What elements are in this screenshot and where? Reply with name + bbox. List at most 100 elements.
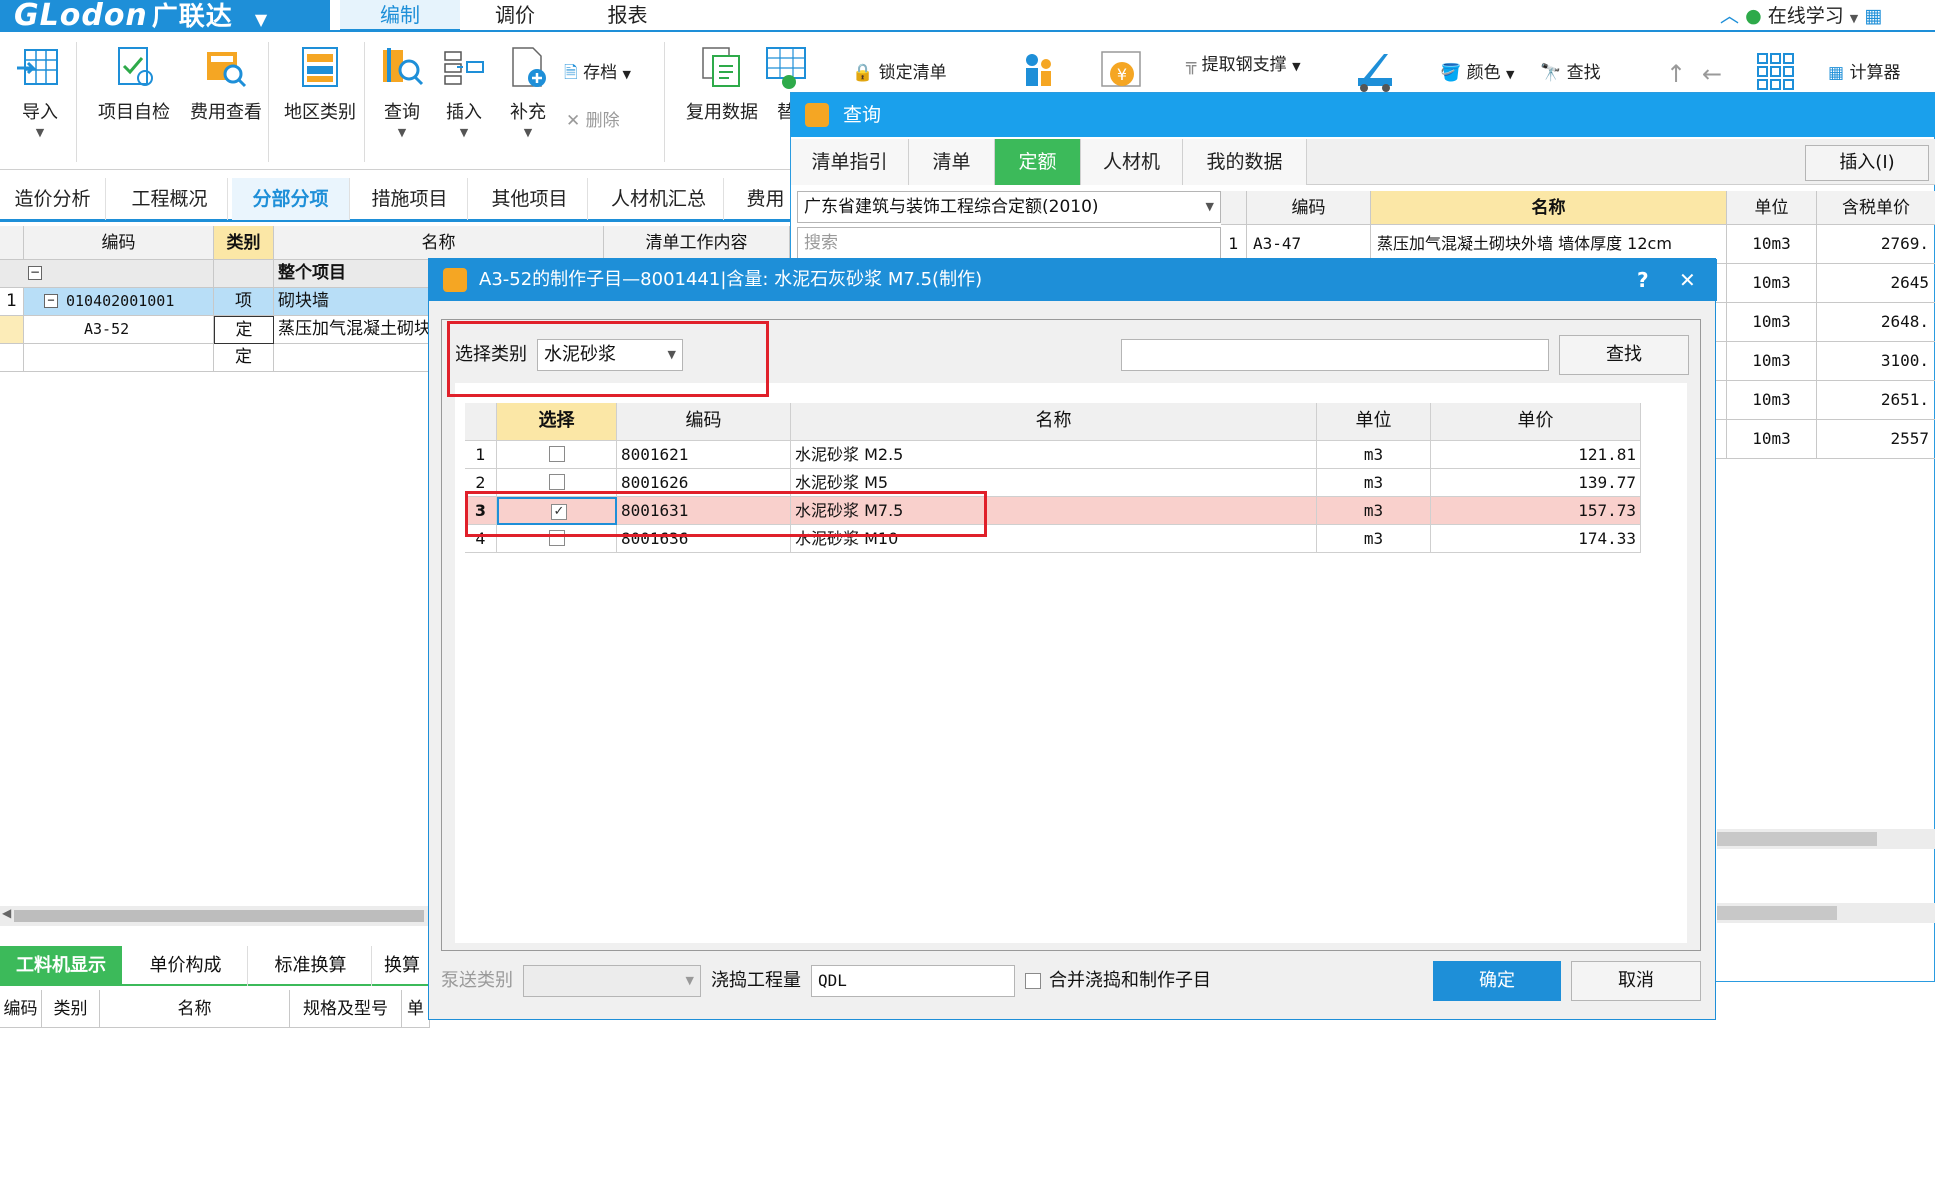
find-button[interactable]: 🔭 查找 bbox=[1540, 60, 1601, 86]
column-header-name[interactable]: 名称 bbox=[274, 226, 604, 260]
mortar-price-cell[interactable]: 157.73 bbox=[1431, 497, 1641, 525]
tab-other-items[interactable]: 其他项目 bbox=[472, 178, 588, 220]
extract-steel-button[interactable]: ╦ 提取钢支撑 ▼ bbox=[1186, 52, 1301, 78]
horizontal-scrollbar[interactable] bbox=[1717, 903, 1935, 923]
tab-standard-conversion[interactable]: 标准换算 bbox=[250, 946, 372, 986]
merge-subitems-checkbox[interactable] bbox=[1025, 973, 1041, 989]
mortar-unit-cell[interactable]: m3 bbox=[1317, 525, 1431, 553]
tab-sub-items[interactable]: 分部分项 bbox=[232, 178, 350, 220]
quota-price-cell[interactable]: 2648. bbox=[1817, 303, 1935, 342]
column-header-name[interactable]: 名称 bbox=[100, 990, 290, 1028]
delete-button[interactable]: ✕ 删除 bbox=[566, 108, 620, 134]
help-icon[interactable]: ? bbox=[1637, 259, 1649, 301]
tab-labor-material-machine[interactable]: 人材机 bbox=[1081, 139, 1183, 185]
column-header-select[interactable]: 选择 bbox=[497, 403, 617, 441]
mortar-code-cell[interactable]: 8001621 bbox=[617, 441, 791, 469]
tab-list-guide[interactable]: 清单指引 bbox=[791, 139, 909, 185]
column-header-tax-price[interactable]: 含税单价 bbox=[1817, 191, 1935, 225]
dialog-search-input[interactable] bbox=[1121, 339, 1549, 371]
column-header-code[interactable]: 编码 bbox=[24, 226, 214, 260]
column-header-unit[interactable]: 单位 bbox=[1317, 403, 1431, 441]
tab-labor-material-summary[interactable]: 人材机汇总 bbox=[594, 178, 724, 220]
column-header-type[interactable]: 类别 bbox=[214, 226, 274, 260]
quota-price-cell[interactable]: 2769. bbox=[1817, 225, 1935, 264]
lock-list-button[interactable]: 🔒 锁定清单 bbox=[852, 60, 947, 86]
mortar-name-cell[interactable]: 水泥砂浆 M2.5 bbox=[791, 441, 1317, 469]
menu-tab-edit[interactable]: 编制 bbox=[340, 0, 460, 32]
quota-price-cell[interactable]: 3100. bbox=[1817, 342, 1935, 381]
app-logo[interactable]: GLodon 广联达 ▼ bbox=[0, 0, 330, 32]
quota-unit-cell[interactable]: 10m3 bbox=[1727, 264, 1817, 303]
column-header-code[interactable]: 编码 bbox=[0, 990, 42, 1028]
pour-quantity-input[interactable]: QDL bbox=[811, 965, 1015, 997]
column-header-code[interactable]: 编码 bbox=[1247, 191, 1371, 225]
row-select-checkbox[interactable] bbox=[549, 474, 565, 490]
quota-unit-cell[interactable]: 10m3 bbox=[1727, 303, 1817, 342]
column-header-unit[interactable]: 单位 bbox=[1727, 191, 1817, 225]
column-header-name[interactable]: 名称 bbox=[791, 403, 1317, 441]
chevron-down-icon[interactable]: ▼ bbox=[1850, 12, 1858, 25]
tab-measures[interactable]: 措施项目 bbox=[352, 178, 468, 220]
column-header-spec[interactable]: 规格及型号 bbox=[290, 990, 402, 1028]
horizontal-scrollbar[interactable]: ◀ bbox=[0, 906, 430, 926]
item-code-cell[interactable]: −010402001001 bbox=[24, 288, 214, 316]
arrow-left-icon[interactable]: ← bbox=[1702, 60, 1722, 88]
quota-unit-cell[interactable]: 10m3 bbox=[1727, 420, 1817, 459]
arrow-up-icon[interactable]: ↑ bbox=[1666, 60, 1686, 88]
column-header-unit[interactable]: 单 bbox=[402, 990, 430, 1028]
tab-cost-analysis[interactable]: 造价分析 bbox=[0, 178, 106, 220]
horizontal-scrollbar[interactable] bbox=[1717, 829, 1935, 849]
item-type-cell[interactable]: 项 bbox=[214, 288, 274, 316]
column-header-code[interactable]: 编码 bbox=[617, 403, 791, 441]
tab-my-data[interactable]: 我的数据 bbox=[1183, 139, 1307, 185]
mortar-price-cell[interactable]: 121.81 bbox=[1431, 441, 1641, 469]
quota-library-select[interactable]: 广东省建筑与装饰工程综合定额(2010) ▼ bbox=[797, 191, 1221, 223]
tab-labor-material-display[interactable]: 工料机显示 bbox=[0, 946, 122, 986]
tab-project-overview[interactable]: 工程概况 bbox=[112, 178, 228, 220]
search-input[interactable]: 搜索 bbox=[797, 227, 1221, 259]
scrollbar-thumb[interactable] bbox=[1717, 832, 1877, 846]
mortar-unit-cell[interactable]: m3 bbox=[1317, 469, 1431, 497]
close-icon[interactable]: ✕ bbox=[1679, 259, 1696, 301]
color-button[interactable]: 🪣 颜色 ▼ bbox=[1440, 60, 1514, 86]
menu-tab-report[interactable]: 报表 bbox=[570, 0, 685, 32]
supplement-button[interactable]: 补充 ▼ bbox=[488, 44, 568, 139]
grid-layout-icon[interactable] bbox=[1756, 52, 1796, 92]
menu-tab-adjust-price[interactable]: 调价 bbox=[460, 0, 570, 32]
pump-category-dropdown[interactable]: ▼ bbox=[523, 965, 701, 997]
online-learning-link[interactable]: 在线学习 bbox=[1768, 5, 1844, 27]
tab-list[interactable]: 清单 bbox=[909, 139, 995, 185]
quota-unit-cell[interactable]: 10m3 bbox=[1727, 381, 1817, 420]
mortar-unit-cell[interactable]: m3 bbox=[1317, 497, 1431, 525]
quota-code-cell[interactable] bbox=[24, 344, 214, 372]
whole-project-row-toggle[interactable]: − bbox=[0, 260, 214, 288]
column-header-type[interactable]: 类别 bbox=[42, 990, 100, 1028]
quota-price-cell[interactable]: 2651. bbox=[1817, 381, 1935, 420]
select-cell[interactable] bbox=[497, 441, 617, 469]
quota-type-cell[interactable]: 定 bbox=[214, 344, 274, 372]
mortar-price-cell[interactable]: 174.33 bbox=[1431, 525, 1641, 553]
tab-fees[interactable]: 费用 bbox=[736, 178, 796, 220]
region-category-button[interactable]: 地区类别 bbox=[270, 44, 370, 124]
mortar-unit-cell[interactable]: m3 bbox=[1317, 441, 1431, 469]
chevron-up-icon[interactable]: ︿ bbox=[1720, 5, 1739, 27]
quota-unit-cell[interactable]: 10m3 bbox=[1727, 342, 1817, 381]
tab-quota[interactable]: 定额 bbox=[995, 139, 1081, 185]
find-button[interactable]: 查找 bbox=[1559, 335, 1689, 375]
quota-unit-cell[interactable]: 10m3 bbox=[1727, 225, 1817, 264]
column-header-unit-price[interactable]: 单价 bbox=[1431, 403, 1641, 441]
calculator-button[interactable]: ▦ 计算器 bbox=[1828, 60, 1900, 86]
row-select-checkbox[interactable] bbox=[549, 446, 565, 462]
quota-type-cell[interactable]: 定 bbox=[214, 316, 274, 344]
archive-button[interactable]: 🗎 存档 ▼ bbox=[564, 60, 631, 86]
crane-truck-icon[interactable] bbox=[1352, 48, 1404, 94]
collapse-icon[interactable]: − bbox=[44, 294, 58, 308]
quota-price-cell[interactable]: 2557 bbox=[1817, 420, 1935, 459]
collapse-icon[interactable]: − bbox=[28, 266, 42, 280]
tab-unit-price-composition[interactable]: 单价构成 bbox=[124, 946, 248, 986]
column-header-name[interactable]: 名称 bbox=[1371, 191, 1727, 225]
fee-view-button[interactable]: 费用查看 bbox=[176, 44, 276, 124]
scrollbar-thumb[interactable] bbox=[1717, 906, 1837, 920]
scroll-left-icon[interactable]: ◀ bbox=[2, 906, 11, 920]
yuan-price-icon[interactable]: ¥ bbox=[1098, 48, 1144, 94]
